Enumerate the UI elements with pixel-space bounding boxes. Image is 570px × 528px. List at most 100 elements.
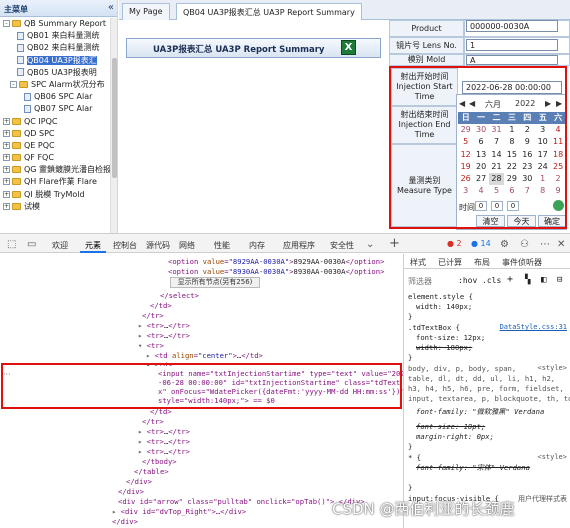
- inspect-icon[interactable]: ⬚: [7, 239, 16, 250]
- tdtextbox-font-size[interactable]: font-size: 12px;: [416, 333, 485, 343]
- reset-margin-right[interactable]: margin-right: 0px;: [416, 432, 494, 442]
- tab-my-page[interactable]: My Page: [122, 3, 170, 20]
- tab-layout[interactable]: 布局: [474, 257, 490, 268]
- gear-icon[interactable]: ⚙: [500, 239, 509, 250]
- sidebar-item[interactable]: - SPC Alarm状况分布: [0, 79, 117, 91]
- people-icon[interactable]: ⚇: [520, 239, 529, 250]
- product-select[interactable]: 000000-0030A: [466, 20, 558, 32]
- dom-line-tbody-close[interactable]: </tbody>: [142, 457, 177, 467]
- sidebar-toggle-icon[interactable]: ⊟: [557, 275, 562, 285]
- dom-line-tr-collapsed3[interactable]: ▸ <tr>…</tr>: [138, 427, 190, 437]
- dom-line-div-close3[interactable]: </div>: [112, 517, 138, 527]
- dom-line-tr-collapsed2[interactable]: ▸ <tr>…</tr>: [138, 331, 190, 341]
- tdtextbox-width[interactable]: width: 180px;: [416, 343, 472, 353]
- paint-icon[interactable]: ▚: [525, 275, 530, 285]
- dom-line-tr-collapsed1[interactable]: ▸ <tr>…</tr>: [138, 321, 190, 331]
- add-tab-icon[interactable]: +: [389, 236, 400, 251]
- tab-event-listeners[interactable]: 事件侦听器: [502, 257, 542, 268]
- dom-line-arrow-div[interactable]: <div id="arrow" class="pulltab" onclick=…: [118, 497, 365, 507]
- sidebar-item[interactable]: + QG 靈鎖鍍膜光潘自检报: [0, 164, 117, 176]
- sidebar-item[interactable]: + QC IPQC: [0, 116, 117, 128]
- dom-line-tr-collapsed5[interactable]: ▸ <tr>…</tr>: [138, 447, 190, 457]
- tdtextbox-source-link[interactable]: DataStyle.css:31: [500, 323, 567, 331]
- tab-sources[interactable]: 源代码: [146, 240, 170, 251]
- dom-line-tr-open[interactable]: ▾ <tr>: [138, 341, 164, 351]
- tab-styles[interactable]: 样式: [410, 257, 426, 268]
- expand-node-icon[interactable]: +: [3, 129, 10, 137]
- universal-font-family[interactable]: font-family: "宋体" Verdana: [416, 463, 530, 473]
- dom-line-td-close[interactable]: </td>: [150, 301, 172, 311]
- tab-elements[interactable]: 元素: [85, 240, 101, 251]
- expand-node-icon[interactable]: +: [3, 202, 10, 210]
- cls-toggle[interactable]: .cls: [482, 276, 501, 285]
- scrollbar-thumb[interactable]: [112, 58, 117, 178]
- sidebar-item[interactable]: + QF FQC: [0, 152, 117, 164]
- element-style-width[interactable]: width: 140px;: [416, 302, 472, 312]
- tab-memory[interactable]: 内存: [249, 240, 265, 251]
- error-count-badge[interactable]: ● 2: [447, 239, 462, 248]
- chevron-down-icon[interactable]: ⌄: [366, 239, 374, 250]
- dom-line-tr-collapsed4[interactable]: ▸ <tr>…</tr>: [138, 437, 190, 447]
- dom-line-div-close1[interactable]: </div>: [126, 477, 152, 487]
- sidebar-item[interactable]: QB07 SPC Alar: [0, 103, 117, 115]
- sidebar-item[interactable]: QB01 来白料量测统: [0, 30, 117, 42]
- dom-line-right-div[interactable]: ▸ <div id="dvTop_Right">…</div>: [112, 507, 246, 517]
- sidebar-item[interactable]: QB05 UA3P报表明: [0, 67, 117, 79]
- computed-toggle-icon[interactable]: ◧: [541, 275, 546, 285]
- expand-node-icon[interactable]: +: [3, 166, 10, 174]
- lens-select[interactable]: 1: [466, 39, 558, 51]
- warning-count-badge[interactable]: ● 14: [471, 239, 491, 248]
- styles-filter-input[interactable]: 筛选器: [408, 276, 432, 287]
- sidebar-item[interactable]: - QB Summary Report: [0, 18, 117, 30]
- dom-line-table-close[interactable]: </table>: [134, 467, 169, 477]
- sidebar-item[interactable]: QB04 UA3P报表汇: [0, 55, 117, 67]
- more-icon[interactable]: ⋯: [540, 239, 550, 250]
- tab-performance[interactable]: 性能: [214, 240, 230, 251]
- reset-font-size[interactable]: font-size: 10pt;: [416, 422, 485, 432]
- hov-toggle[interactable]: :hov: [458, 276, 477, 285]
- dom-line-td-center[interactable]: ▸ <td align="center">…</td>: [146, 351, 263, 361]
- mold-select[interactable]: A: [466, 55, 558, 65]
- sidebar-scrollbar[interactable]: [110, 18, 117, 233]
- reset-font-family[interactable]: font-family: "微软雅黑" Verdana: [416, 407, 544, 417]
- new-rule-icon[interactable]: +: [507, 274, 513, 285]
- tab-security[interactable]: 安全性: [330, 240, 354, 251]
- dom-line-option1[interactable]: <option value="8929AA-0030A">8929AA-0030…: [168, 257, 384, 267]
- sidebar-item[interactable]: + QD SPC: [0, 128, 117, 140]
- universal-source[interactable]: <style>: [537, 453, 567, 461]
- sidebar-item[interactable]: + QE PQC: [0, 140, 117, 152]
- dom-line-option2[interactable]: <option value="8930AA-0030A">8930AA-0030…: [168, 267, 384, 277]
- expand-node-icon[interactable]: +: [3, 178, 10, 186]
- element-style-selector[interactable]: element.style {: [408, 292, 473, 302]
- collapse-node-icon[interactable]: -: [10, 80, 17, 88]
- tab-ua3p-report[interactable]: QB04 UA3P报表汇总 UA3P Report Summary: [176, 3, 362, 20]
- reset-source[interactable]: <style>: [537, 364, 567, 372]
- sidebar-item[interactable]: + QH Flare作業 Flare: [0, 176, 117, 188]
- sidebar-item[interactable]: QB02 来白料量测统: [0, 42, 117, 54]
- expand-node-icon[interactable]: +: [3, 117, 10, 125]
- tab-console[interactable]: 控制台: [113, 240, 137, 251]
- tab-computed[interactable]: 已计算: [438, 257, 462, 268]
- expand-node-icon[interactable]: +: [3, 190, 10, 198]
- collapse-node-icon[interactable]: -: [3, 20, 10, 27]
- tab-welcome[interactable]: 欢迎: [52, 240, 68, 251]
- tab-network[interactable]: 网络: [179, 240, 195, 251]
- dom-line-tr-close2[interactable]: </tr>: [142, 417, 164, 427]
- dom-line-select-close[interactable]: </select>: [160, 291, 199, 301]
- collapse-icon[interactable]: «: [108, 2, 114, 13]
- show-all-nodes-button[interactable]: 显示所有节点(另有256): [170, 277, 260, 288]
- dom-line-tr-close[interactable]: </tr>: [142, 311, 164, 321]
- dom-line-div-close2[interactable]: </div>: [118, 487, 144, 497]
- universal-selector[interactable]: * {: [408, 453, 421, 463]
- device-icon[interactable]: ▭: [27, 239, 36, 250]
- expand-node-icon[interactable]: +: [3, 141, 10, 149]
- sidebar-item[interactable]: + 试模: [0, 201, 117, 213]
- sidebar-item[interactable]: + QI 脱模 TryMold: [0, 189, 117, 201]
- expand-node-icon[interactable]: +: [3, 154, 10, 162]
- tab-application[interactable]: 应用程序: [283, 240, 315, 251]
- close-icon[interactable]: ✕: [557, 239, 565, 250]
- excel-icon[interactable]: X: [341, 40, 356, 55]
- reset-selector-1[interactable]: body, div, p, body, span,: [408, 364, 516, 374]
- sidebar-item[interactable]: QB06 SPC Alar: [0, 91, 117, 103]
- tdtextbox-selector[interactable]: .tdTextBox {: [408, 323, 460, 333]
